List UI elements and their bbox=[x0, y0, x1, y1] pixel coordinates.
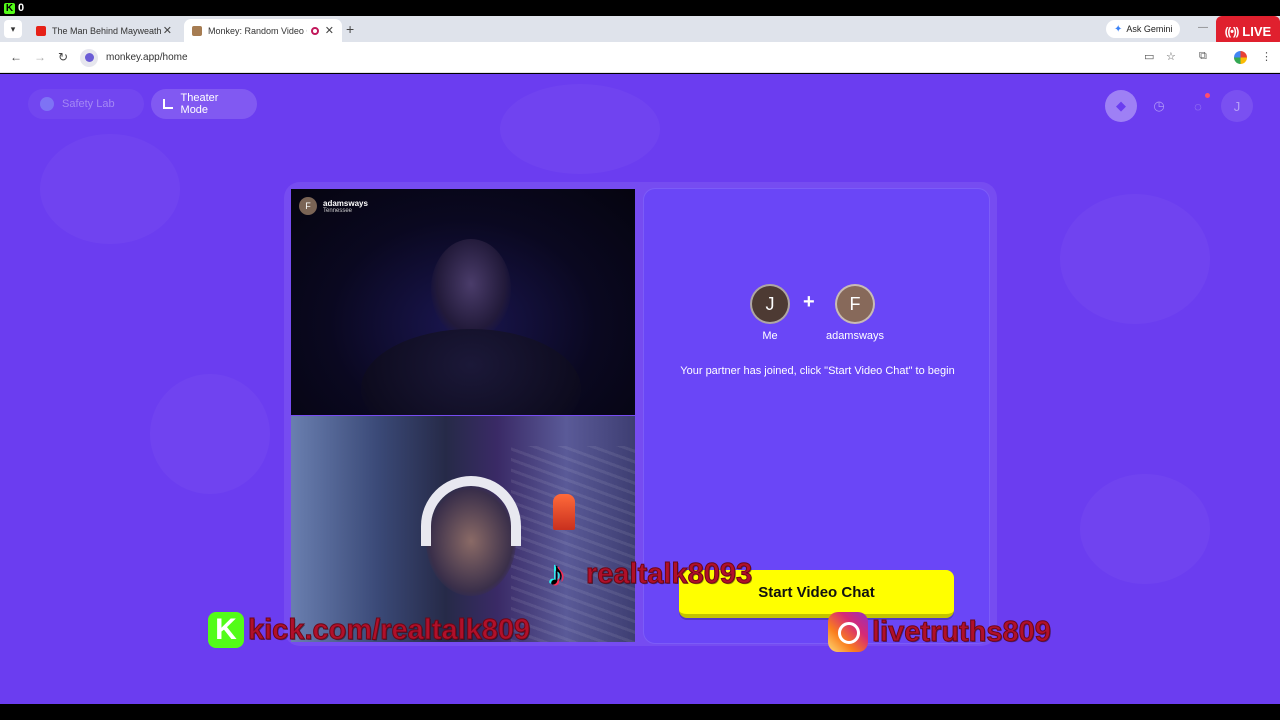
address-bar[interactable]: monkey.app/home bbox=[80, 47, 1140, 68]
instagram-overlay: livetruths809 bbox=[828, 612, 1051, 652]
tab-title: The Man Behind Mayweather - bbox=[52, 25, 161, 36]
partner-body bbox=[361, 329, 581, 415]
browser-tab-strip: ▾ The Man Behind Mayweather - ✕ Monkey: … bbox=[0, 16, 1280, 42]
browser-profile-avatar[interactable] bbox=[1234, 51, 1247, 64]
ask-gemini-label: Ask Gemini bbox=[1126, 24, 1173, 34]
tab-monkey[interactable]: Monkey: Random Video Ch ✕ bbox=[184, 19, 342, 42]
tab-youtube[interactable]: The Man Behind Mayweather - ✕ bbox=[28, 19, 180, 42]
theater-mode-button[interactable]: Theater Mode bbox=[151, 89, 257, 119]
partner-video: F adamsways Tennessee bbox=[291, 189, 635, 415]
extensions-icon[interactable]: ⧉ bbox=[1199, 50, 1207, 63]
background-blob bbox=[150, 374, 270, 494]
url-text: monkey.app/home bbox=[106, 52, 188, 63]
instagram-handle: livetruths809 bbox=[872, 615, 1052, 648]
tab-title: Monkey: Random Video Ch bbox=[208, 25, 307, 36]
partner-badge-location: Tennessee bbox=[323, 207, 353, 214]
monkey-favicon-icon bbox=[192, 25, 202, 36]
browser-toolbar: ← → ↻ monkey.app/home ▭ ☆ ⧉ ⋮ bbox=[0, 42, 1280, 73]
stream-bottom-bar bbox=[0, 704, 1280, 720]
microphone-shape bbox=[553, 494, 575, 530]
tiktok-icon: ♪ bbox=[548, 555, 565, 593]
profile-avatar-button[interactable]: J bbox=[1221, 90, 1253, 122]
tiktok-overlay: ♪ realtalk8093 bbox=[548, 555, 753, 593]
chat-bubble-icon[interactable]: ◌ bbox=[1182, 90, 1214, 122]
tab-search-chevron-icon[interactable]: ▾ bbox=[4, 20, 22, 38]
partner-badge-avatar: F bbox=[299, 197, 317, 215]
bookmark-star-icon[interactable]: ☆ bbox=[1166, 50, 1176, 63]
expand-icon bbox=[163, 99, 173, 109]
back-arrow-icon[interactable]: ← bbox=[10, 50, 22, 64]
kick-overlay: K kick.com/realtalk809 bbox=[208, 612, 531, 648]
site-info-icon[interactable] bbox=[80, 48, 98, 67]
monkey-page: Safety Lab Theater Mode ◆ ◷ ◌ J bbox=[0, 74, 1280, 704]
plus-icon: + bbox=[803, 291, 815, 313]
live-label: LIVE bbox=[1242, 24, 1272, 39]
minimize-window-icon[interactable]: — bbox=[1198, 22, 1208, 33]
partner-avatar-label: adamsways bbox=[825, 330, 885, 342]
menu-dots-icon[interactable]: ⋮ bbox=[1261, 50, 1272, 63]
partner-badge-name: adamsways bbox=[323, 198, 368, 208]
ask-gemini-button[interactable]: ✦ Ask Gemini bbox=[1106, 20, 1181, 38]
kick-icon: K bbox=[208, 612, 244, 648]
partner-figure bbox=[431, 239, 511, 339]
reload-icon[interactable]: ↻ bbox=[58, 50, 68, 64]
history-clock-icon[interactable]: ◷ bbox=[1143, 90, 1175, 122]
tiktok-handle: realtalk8093 bbox=[585, 557, 753, 590]
my-avatar: J bbox=[750, 284, 790, 324]
background-blob bbox=[1080, 474, 1210, 584]
headphones-shape bbox=[421, 476, 521, 546]
viewer-count: 0 bbox=[18, 2, 25, 14]
new-tab-button[interactable]: + bbox=[346, 20, 354, 38]
cast-icon[interactable]: ▭ bbox=[1144, 50, 1154, 63]
kick-logo-icon: K bbox=[4, 2, 15, 14]
safety-lab-button[interactable]: Safety Lab bbox=[28, 89, 144, 119]
kick-url: kick.com/realtalk809 bbox=[247, 613, 531, 646]
gem-icon[interactable]: ◆ bbox=[1105, 90, 1137, 122]
safety-lab-label: Safety Lab bbox=[62, 98, 115, 110]
screen: K 0 ▾ The Man Behind Mayweather - ✕ Monk… bbox=[0, 0, 1280, 720]
shield-icon bbox=[40, 97, 54, 111]
gemini-sparkle-icon: ✦ bbox=[1114, 23, 1123, 35]
youtube-favicon-icon bbox=[36, 25, 46, 36]
recording-indicator-icon bbox=[310, 26, 319, 35]
background-blob bbox=[40, 134, 180, 244]
broadcast-icon: ((•)) bbox=[1224, 25, 1239, 38]
stream-top-bar: K 0 bbox=[0, 0, 1280, 16]
partner-badge: F adamsways Tennessee bbox=[299, 197, 368, 215]
self-video bbox=[291, 416, 635, 642]
forward-arrow-icon[interactable]: → bbox=[34, 50, 46, 64]
background-blob bbox=[1060, 194, 1210, 324]
tab-close-icon[interactable]: ✕ bbox=[325, 24, 334, 37]
notification-dot bbox=[1205, 93, 1210, 98]
background-blob bbox=[500, 84, 660, 174]
partner-avatar: F bbox=[835, 284, 875, 324]
tab-close-icon[interactable]: ✕ bbox=[163, 24, 172, 37]
instagram-icon bbox=[828, 612, 868, 652]
partner-joined-message: Your partner has joined, click "Start Vi… bbox=[680, 365, 955, 377]
theater-mode-label: Theater Mode bbox=[180, 92, 219, 116]
